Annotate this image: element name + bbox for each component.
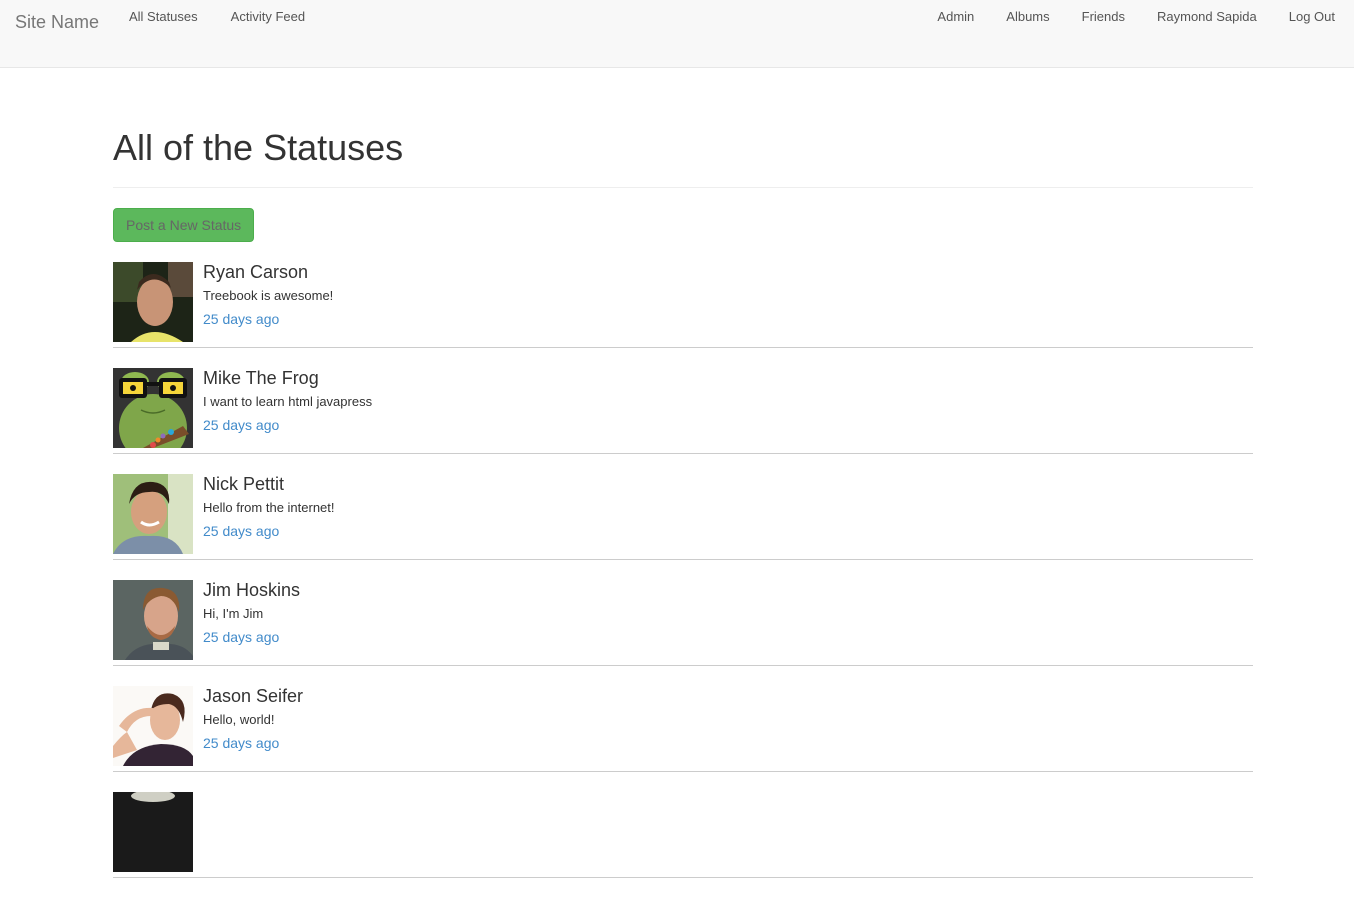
status-row: Jason Seifer Hello, world! 25 days ago	[113, 686, 1253, 772]
status-timestamp-link[interactable]: 25 days ago	[203, 310, 333, 328]
status-timestamp-link[interactable]: 25 days ago	[203, 416, 372, 434]
avatar[interactable]	[113, 686, 193, 766]
status-body: Ryan Carson Treebook is awesome! 25 days…	[203, 262, 333, 342]
status-text: Hi, I'm Jim	[203, 606, 264, 621]
frog-mascot-icon	[113, 368, 193, 448]
avatar[interactable]	[113, 580, 193, 660]
page-title: All of the Statuses	[113, 127, 404, 168]
status-author-name: Jason Seifer	[203, 686, 304, 706]
nav-admin[interactable]: Admin	[937, 9, 974, 24]
status-author-name: Ryan Carson	[203, 262, 309, 282]
avatar[interactable]	[113, 792, 193, 872]
page-header: All of the Statuses	[113, 128, 1253, 188]
nick-pettit-photo-icon	[113, 474, 193, 554]
avatar[interactable]	[113, 368, 193, 448]
main-container: All of the Statuses Post a New Status Ry…	[113, 68, 1253, 898]
status-timestamp-link[interactable]: 25 days ago	[203, 734, 303, 752]
jason-seifer-photo-icon	[113, 686, 193, 766]
status-timestamp-link[interactable]: 25 days ago	[203, 628, 300, 646]
nav-user-profile[interactable]: Raymond Sapida	[1157, 9, 1257, 24]
status-list: Ryan Carson Treebook is awesome! 25 days…	[113, 262, 1253, 878]
nav-right: Admin Albums Friends Raymond Sapida Log …	[905, 9, 1335, 24]
site-brand-link[interactable]: Site Name	[15, 12, 99, 33]
nav-albums[interactable]: Albums	[1006, 9, 1049, 24]
nav-friends[interactable]: Friends	[1082, 9, 1125, 24]
status-timestamp-link[interactable]: 25 days ago	[203, 522, 335, 540]
nav-log-out[interactable]: Log Out	[1289, 9, 1335, 24]
jim-hoskins-photo-icon	[113, 580, 193, 660]
status-body: Jason Seifer Hello, world! 25 days ago	[203, 686, 303, 766]
status-body: Nick Pettit Hello from the internet! 25 …	[203, 474, 335, 554]
status-body: Mike The Frog I want to learn html javap…	[203, 368, 372, 448]
post-new-status-button[interactable]: Post a New Status	[113, 208, 255, 242]
status-row	[113, 792, 1253, 878]
status-text: Treebook is awesome!	[203, 288, 334, 303]
partially-visible-photo-icon	[113, 792, 193, 872]
status-author-name: Jim Hoskins	[203, 580, 301, 600]
avatar[interactable]	[113, 474, 193, 554]
status-text: I want to learn html javapress	[203, 394, 373, 409]
status-text: Hello from the internet!	[203, 500, 335, 515]
nav-all-statuses[interactable]: All Statuses	[129, 9, 198, 24]
status-author-name: Nick Pettit	[203, 474, 285, 494]
status-text: Hello, world!	[203, 712, 275, 727]
ryan-carson-photo-icon	[113, 262, 193, 342]
status-row: Mike The Frog I want to learn html javap…	[113, 368, 1253, 454]
status-row: Jim Hoskins Hi, I'm Jim 25 days ago	[113, 580, 1253, 666]
nav-left: All Statuses Activity Feed	[129, 9, 338, 24]
nav-activity-feed[interactable]: Activity Feed	[231, 9, 305, 24]
status-body: Jim Hoskins Hi, I'm Jim 25 days ago	[203, 580, 300, 660]
top-navbar: Site Name All Statuses Activity Feed Adm…	[0, 0, 1354, 68]
status-author-name: Mike The Frog	[203, 368, 319, 388]
status-row: Nick Pettit Hello from the internet! 25 …	[113, 474, 1253, 560]
avatar[interactable]	[113, 262, 193, 342]
status-row: Ryan Carson Treebook is awesome! 25 days…	[113, 262, 1253, 348]
